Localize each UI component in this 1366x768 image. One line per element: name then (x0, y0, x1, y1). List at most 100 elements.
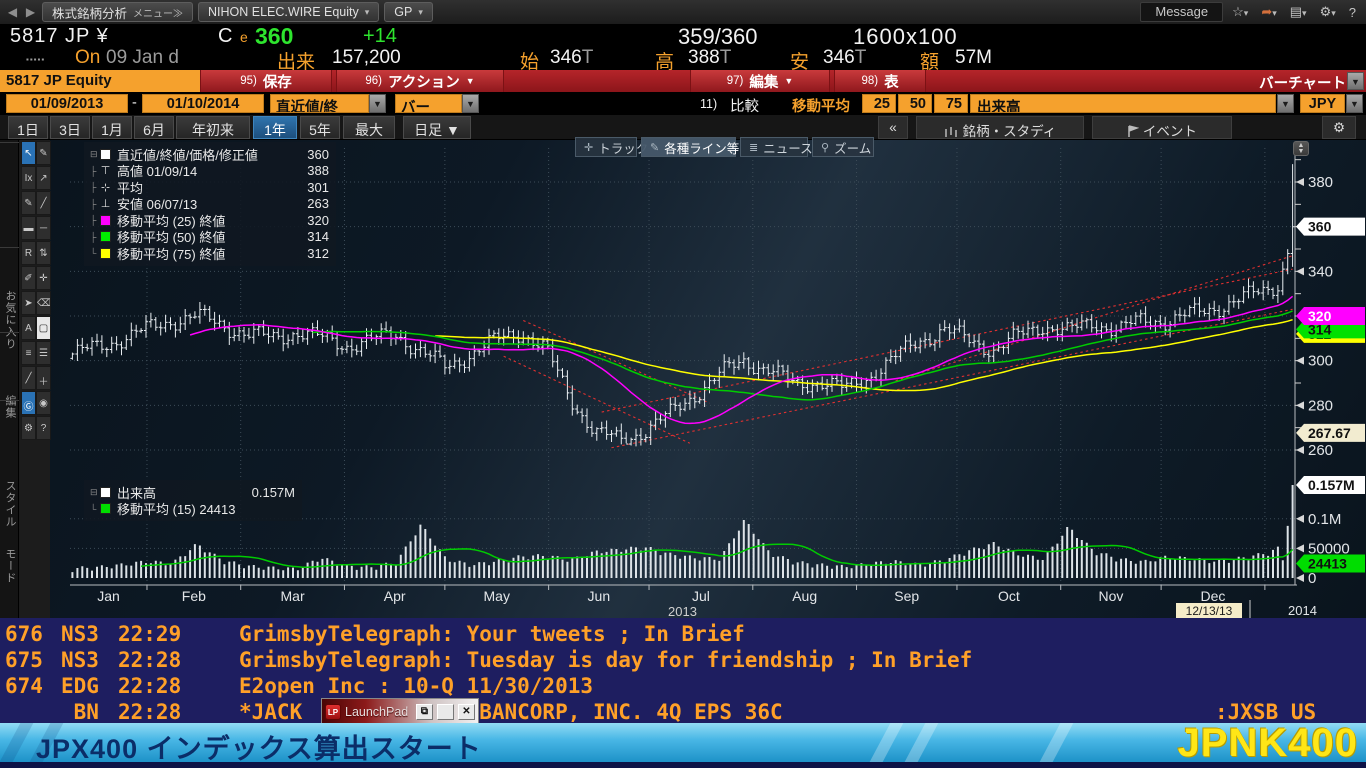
tool-icon-0-0[interactable]: ↖ (21, 141, 36, 165)
menu-item-アクション[interactable]: 96)アクション▼ (336, 70, 504, 92)
date-to-input[interactable]: 01/10/2014 (142, 94, 264, 113)
period-tab-3日[interactable]: 3日 (50, 116, 90, 139)
chart-type-dropdown-icon[interactable]: ▼ (462, 94, 479, 113)
panel-dropdown-icon[interactable]: ▼ (1347, 72, 1364, 90)
legend-row[interactable]: ├移動平均 (50) 終値314 (90, 229, 329, 246)
tool-icon-3-1[interactable]: ─ (36, 216, 51, 240)
tool-icon-11-0[interactable]: ⚙ (21, 416, 36, 440)
menu-item-表[interactable]: 98)表 (834, 70, 926, 92)
frequency-select[interactable]: 日足 ▼ (403, 116, 471, 139)
period-tab-1月[interactable]: 1月 (92, 116, 132, 139)
menu-item-保存[interactable]: 95)保存 (200, 70, 332, 92)
tool-icon-7-1[interactable]: ▢ (36, 316, 51, 340)
chart-tool-1[interactable]: ✎各種ライン等 (641, 137, 736, 157)
tool-icon-3-0[interactable]: ▬ (21, 216, 36, 240)
legend-row[interactable]: ⊟出来高0.157M (90, 484, 295, 501)
tool-icon-9-0[interactable]: ╱ (21, 366, 36, 390)
tool-group-モード[interactable]: モード (2, 548, 18, 584)
price-type-select[interactable]: 直近値/終 (270, 94, 369, 113)
tool-icon-8-0[interactable]: ≡ (21, 341, 36, 365)
series-swatch (100, 248, 111, 259)
chart-settings-gear-icon[interactable]: ⚙ (1322, 116, 1356, 139)
tool-icon-5-1[interactable]: ✛ (36, 266, 51, 290)
tool-icon-5-0[interactable]: ✐ (21, 266, 36, 290)
gear-icon[interactable]: ⚙▾ (1320, 4, 1336, 20)
overlay-dropdown-icon[interactable]: ▼ (1277, 94, 1294, 113)
function-selector[interactable]: GP ▾ (384, 2, 433, 22)
news-line[interactable]: 675NS322:28GrimsbyTelegraph: Tuesday is … (0, 648, 1366, 674)
back-icon[interactable]: ◀ (6, 5, 19, 19)
legend-row[interactable]: └移動平均 (75) 終値312 (90, 245, 329, 262)
overlay-select[interactable]: 出来高 (970, 94, 1276, 113)
ma-period-input-25[interactable]: 25 (862, 94, 896, 113)
tool-icon-4-1[interactable]: ⇅ (36, 241, 51, 265)
news-line[interactable]: 674EDG22:28E2open Inc : 10-Q 11/30/2013 (0, 674, 1366, 700)
tool-icon-0-1[interactable]: ✎ (36, 141, 51, 165)
period-tab-最大[interactable]: 最大 (343, 116, 395, 139)
legend-row[interactable]: ├⊹平均301 (90, 179, 329, 196)
study-button[interactable]: 銘柄・スタディ (916, 116, 1084, 139)
document-icon[interactable]: ▤▾ (1290, 4, 1307, 20)
chart-tool-0[interactable]: ✛トラック (575, 137, 637, 157)
ma-period-input-75[interactable]: 75 (934, 94, 968, 113)
tool-icon-6-1[interactable]: ⌫ (36, 291, 51, 315)
tool-group-スタイル[interactable]: スタイル (2, 480, 18, 528)
study-label: 銘柄・スタディ (963, 124, 1057, 139)
series-swatch (100, 487, 111, 498)
chart-type-select[interactable]: バー (395, 94, 462, 113)
collapse-button[interactable]: « (878, 116, 908, 139)
export-icon[interactable]: ➦▾ (1261, 4, 1276, 20)
legend-row[interactable]: ├⊤高値 01/09/14388 (90, 163, 329, 180)
tool-group-お気に入り[interactable]: お気に入り (2, 290, 18, 350)
legend-row[interactable]: ├⊥安値 06/07/13263 (90, 196, 329, 213)
period-tab-5年[interactable]: 5年 (300, 116, 340, 139)
tool-icon-6-0[interactable]: ➤ (21, 291, 36, 315)
tool-icon-10-1[interactable]: ◉ (36, 391, 51, 415)
ma-label[interactable]: 移動平均 (792, 95, 850, 116)
svg-text:Feb: Feb (182, 588, 206, 604)
forward-icon[interactable]: ▶ (24, 5, 37, 19)
tool-icon-7-0[interactable]: A (21, 316, 36, 340)
favorites-star-icon[interactable]: ☆▾ (1232, 4, 1248, 20)
dots-icon[interactable]: ▪▪▪▪▪ (26, 55, 45, 64)
app-tab[interactable]: 株式銘柄分析 メニュー≫ (42, 2, 193, 22)
compare-label[interactable]: 比較 (730, 95, 759, 116)
banner-watermark: JPNK400 (1178, 723, 1358, 762)
chart-tool-3[interactable]: ⚲ズーム (812, 137, 874, 157)
period-tab-1日[interactable]: 1日 (8, 116, 48, 139)
tool-icon-1-0[interactable]: Ix (21, 166, 36, 190)
axis-scroll-widget[interactable]: ▲▼ (1293, 141, 1309, 156)
period-tab-年初来[interactable]: 年初来 (176, 116, 250, 139)
series-swatch (100, 503, 111, 514)
tool-icon-4-0[interactable]: R (21, 241, 36, 265)
maximize-button[interactable] (437, 704, 454, 720)
period-tab-1年[interactable]: 1年 (253, 116, 297, 139)
legend-row[interactable]: └移動平均 (15) 24413 (90, 501, 295, 518)
menu-item-編集[interactable]: 97)編集▼ (690, 70, 830, 92)
message-button[interactable]: Message (1140, 2, 1223, 22)
close-icon[interactable]: ✕ (458, 704, 475, 720)
tool-group-編集[interactable]: 編集 (2, 395, 18, 419)
launchpad-window[interactable]: LP LaunchPad ⧉ ✕ (321, 698, 479, 725)
news-line[interactable]: 676NS322:29GrimsbyTelegraph: Your tweets… (0, 622, 1366, 648)
tool-icon-8-1[interactable]: ☰ (36, 341, 51, 365)
period-tab-6月[interactable]: 6月 (134, 116, 174, 139)
price-type-dropdown-icon[interactable]: ▼ (369, 94, 386, 113)
legend-row[interactable]: ├移動平均 (25) 終値320 (90, 212, 329, 229)
legend-row[interactable]: ⊟直近値/終値/価格/修正値360 (90, 146, 329, 163)
help-icon[interactable]: ? (1349, 5, 1356, 20)
currency-select[interactable]: JPY (1300, 94, 1345, 113)
tool-icon-9-1[interactable]: ＋ (36, 366, 51, 390)
restore-button[interactable]: ⧉ (416, 704, 433, 720)
security-selector[interactable]: NIHON ELEC.WIRE Equity ▾ (198, 2, 379, 22)
tool-icon-2-1[interactable]: ╱ (36, 191, 51, 215)
date-from-input[interactable]: 01/09/2013 (6, 94, 128, 113)
ma-period-input-50[interactable]: 50 (898, 94, 932, 113)
chart-tool-2[interactable]: ≣ニュース (740, 137, 808, 157)
events-button[interactable]: イベント (1092, 116, 1232, 139)
tool-icon-10-0[interactable]: Ⓖ (21, 391, 36, 415)
tool-icon-11-1[interactable]: ? (36, 416, 51, 440)
currency-dropdown-icon[interactable]: ▼ (1346, 94, 1363, 113)
tool-icon-1-1[interactable]: ↗ (36, 166, 51, 190)
tool-icon-2-0[interactable]: ✎ (21, 191, 36, 215)
